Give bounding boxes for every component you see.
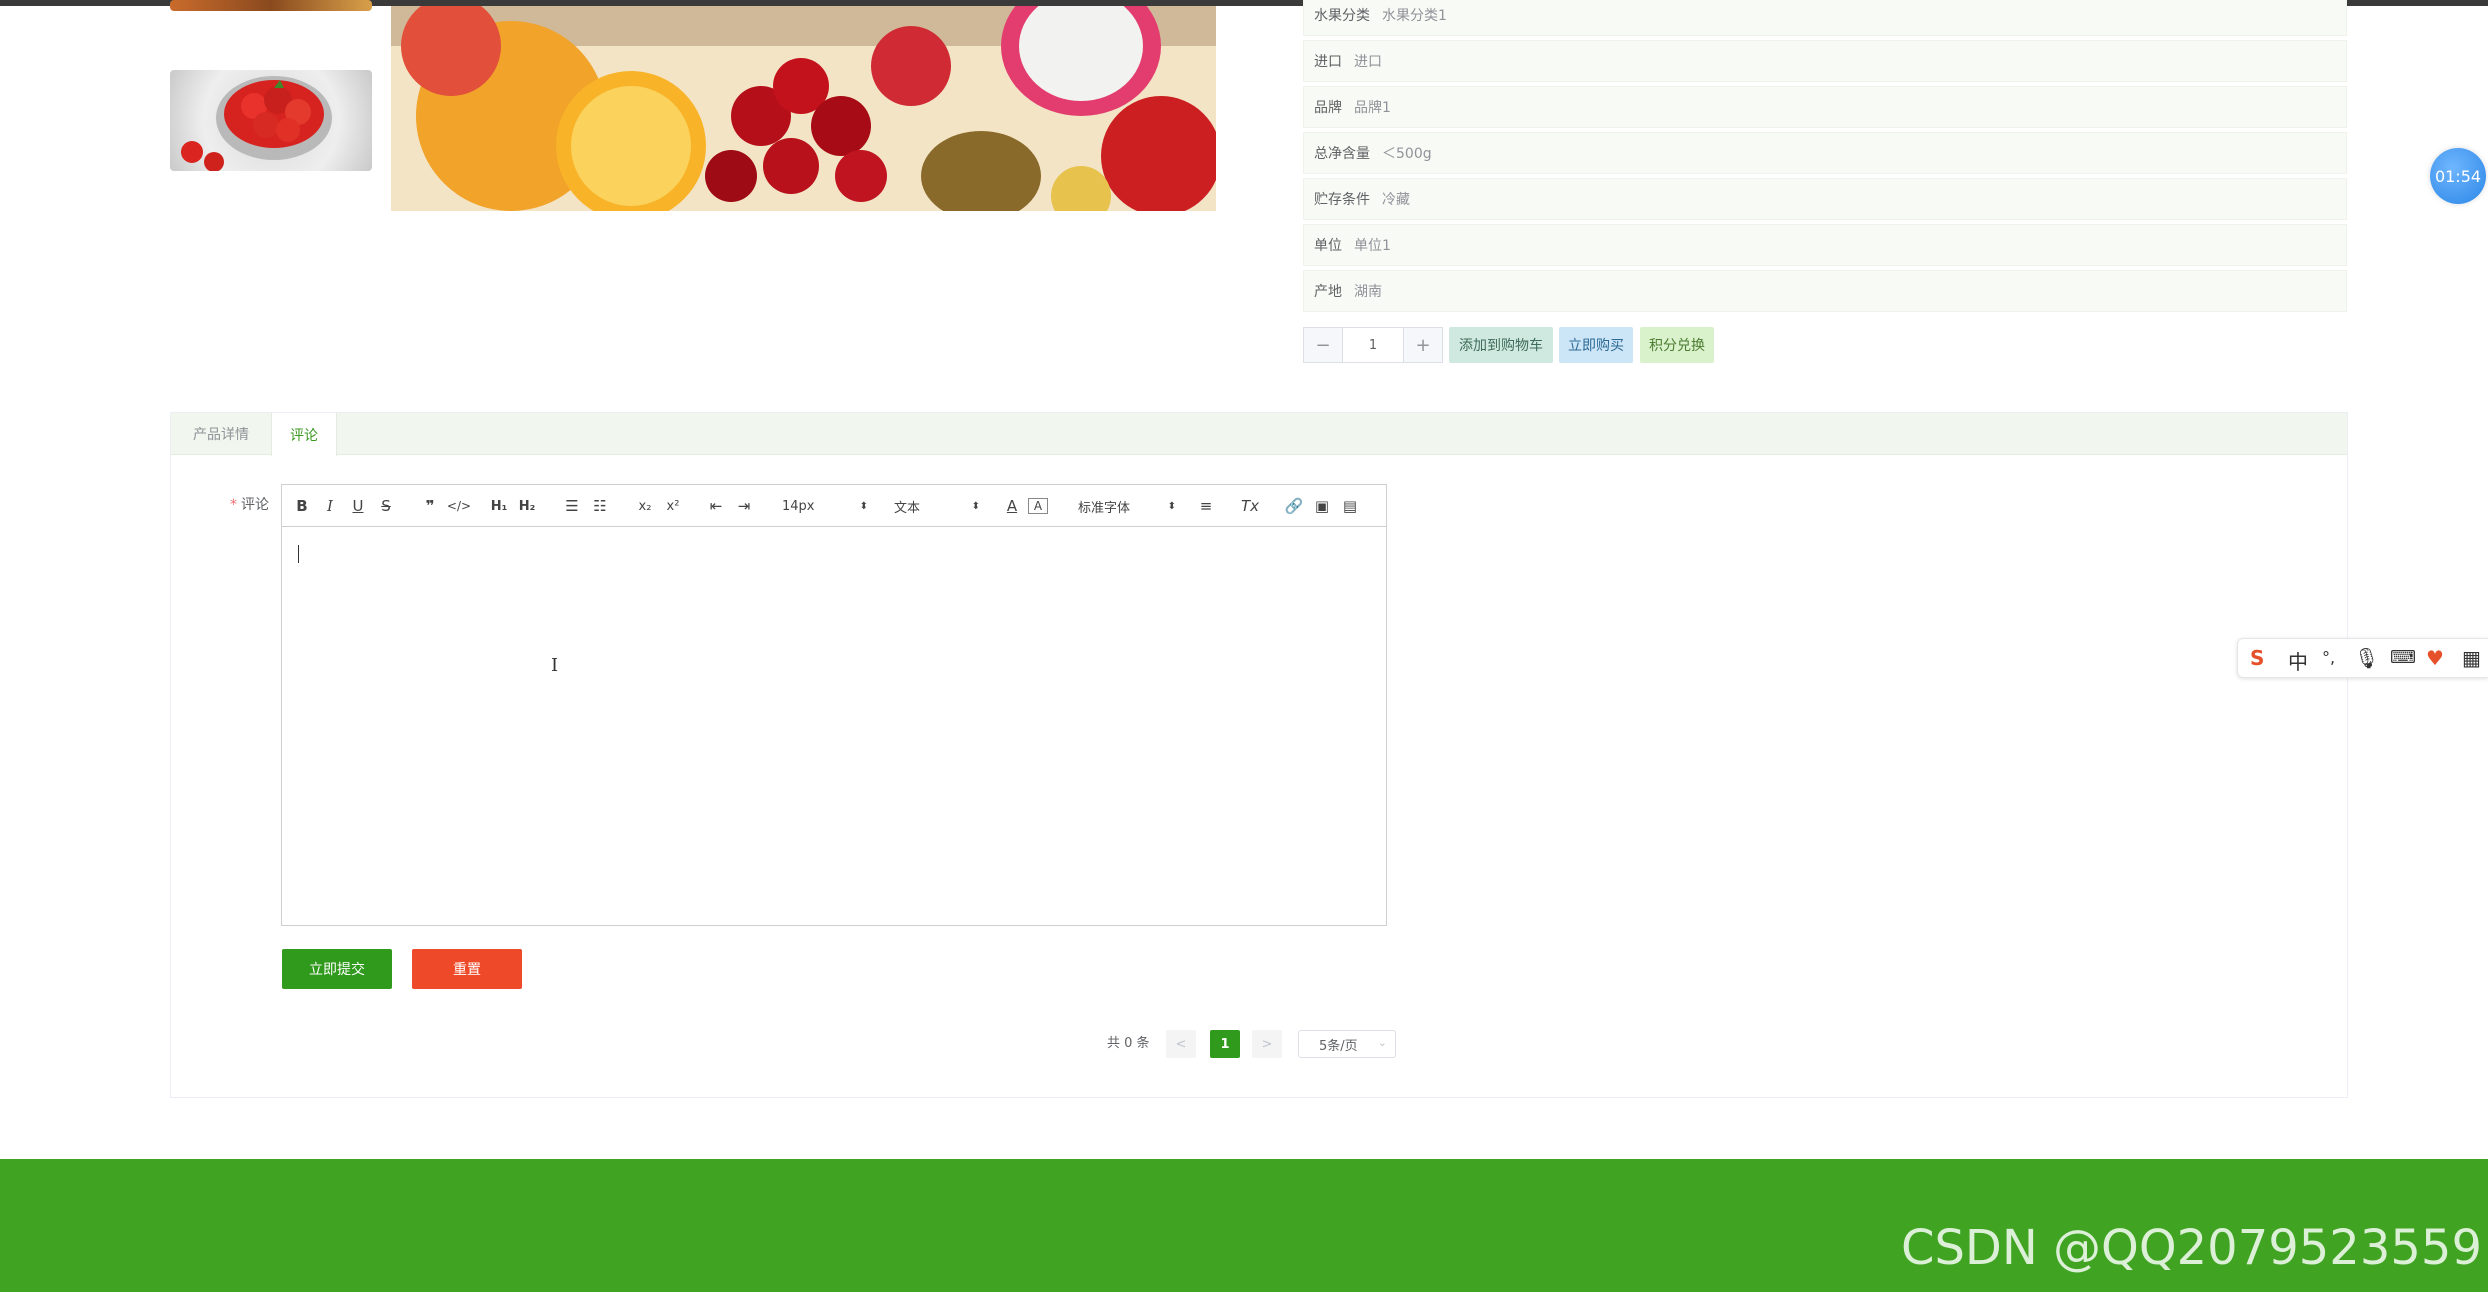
spec-row-brand: 品牌 品牌1 xyxy=(1303,86,2347,128)
spec-key: 产地 xyxy=(1314,284,1342,300)
grid-menu-icon[interactable]: ▦ xyxy=(2462,646,2481,670)
page-size-select[interactable]: 5条/页 ⌄ xyxy=(1298,1030,1396,1058)
spec-value: ＜500g xyxy=(1382,146,1432,162)
superscript-icon[interactable]: x² xyxy=(662,495,684,517)
tab-bar: 产品详情 评论 xyxy=(171,413,2347,456)
font-size-select[interactable]: 14px ⬍ xyxy=(782,495,868,517)
clear-format-icon[interactable]: Tx xyxy=(1240,495,1260,517)
background-color-icon[interactable]: A xyxy=(1028,498,1048,514)
font-size-value: 14px xyxy=(782,498,815,514)
microphone-icon[interactable]: 🎙 xyxy=(2354,646,2379,670)
ime-chinese-mode[interactable]: 中 xyxy=(2288,646,2308,675)
pagination-page-1[interactable]: 1 xyxy=(1210,1030,1240,1058)
subscript-icon[interactable]: x₂ xyxy=(634,495,656,517)
add-to-cart-button[interactable]: 添加到购物车 xyxy=(1449,327,1553,363)
heading2-icon[interactable]: H₂ xyxy=(516,495,538,517)
pagination-next-button[interactable]: > xyxy=(1252,1030,1282,1058)
select-arrow-icon: ⬍ xyxy=(859,500,868,512)
ime-toolbar: S 中 °, 🎙 ⌨ ♥ ▦ xyxy=(2237,638,2488,678)
text-style-select[interactable]: 文本 ⬍ xyxy=(894,495,980,517)
quantity-stepper: − 1 + xyxy=(1303,327,1443,363)
ime-punctuation[interactable]: °, xyxy=(2322,648,2335,667)
spec-key: 单位 xyxy=(1314,238,1342,254)
select-arrow-icon: ⬍ xyxy=(1167,500,1176,512)
spec-row-import: 进口 进口 xyxy=(1303,40,2347,82)
bullet-list-icon[interactable]: ☷ xyxy=(590,495,610,517)
skin-icon[interactable]: ♥ xyxy=(2426,646,2444,670)
spec-value: 品牌1 xyxy=(1354,100,1391,116)
spec-value: 单位1 xyxy=(1354,238,1391,254)
outdent-icon[interactable]: ⇤ xyxy=(706,495,726,517)
code-block-icon[interactable]: </> xyxy=(447,495,471,517)
gallery-thumbnail-strawberries[interactable] xyxy=(170,70,372,171)
spec-key: 水果分类 xyxy=(1314,8,1370,24)
link-icon[interactable]: 🔗 xyxy=(1284,495,1304,517)
spec-row-category: 水果分类 水果分类1 xyxy=(1303,0,2347,36)
quantity-decrease-button[interactable]: − xyxy=(1303,327,1343,363)
pagination-total: 共 0 条 xyxy=(1107,1036,1150,1051)
indent-icon[interactable]: ⇥ xyxy=(734,495,754,517)
editor-toolbar: B I U S ❞ </> H₁ H₂ ☰ ☷ x₂ x² ⇤ ⇥ 14px ⬍ … xyxy=(282,485,1386,527)
spec-key: 总净含量 xyxy=(1314,146,1370,162)
redeem-points-button[interactable]: 积分兑换 xyxy=(1640,327,1714,363)
watermark: CSDN @QQ2079523559 xyxy=(1900,1220,2482,1276)
font-family-value: 标准字体 xyxy=(1078,500,1131,516)
text-style-value: 文本 xyxy=(894,500,921,516)
buy-now-button[interactable]: 立即购买 xyxy=(1559,327,1633,363)
text-caret xyxy=(298,545,299,563)
gallery-thumbnail-fruit[interactable] xyxy=(170,0,372,11)
underline-icon[interactable]: U xyxy=(348,495,368,517)
strawberry-bowl-image xyxy=(181,76,332,171)
spec-value: 水果分类1 xyxy=(1382,8,1447,24)
editor-content-area[interactable]: I xyxy=(282,527,1386,925)
bold-icon[interactable]: B xyxy=(292,495,312,517)
submit-button[interactable]: 立即提交 xyxy=(282,949,392,989)
align-icon[interactable]: ≡ xyxy=(1196,495,1216,517)
video-icon[interactable]: ▤ xyxy=(1340,495,1360,517)
product-main-image xyxy=(391,6,1216,211)
quantity-increase-button[interactable]: + xyxy=(1403,327,1443,363)
quantity-input[interactable]: 1 xyxy=(1343,327,1403,363)
italic-icon[interactable]: I xyxy=(320,495,340,517)
spec-key: 进口 xyxy=(1314,54,1342,70)
font-color-icon[interactable]: A xyxy=(1002,495,1022,517)
spec-row-net-weight: 总净含量 ＜500g xyxy=(1303,132,2347,174)
keyboard-icon[interactable]: ⌨ xyxy=(2390,647,2416,668)
heading1-icon[interactable]: H₁ xyxy=(488,495,510,517)
timer-badge[interactable]: 01:54 xyxy=(2430,148,2486,204)
spec-key: 贮存条件 xyxy=(1314,192,1370,208)
reset-button[interactable]: 重置 xyxy=(412,949,522,989)
spec-row-unit: 单位 单位1 xyxy=(1303,224,2347,266)
ibeam-cursor-icon: I xyxy=(551,655,559,676)
spec-value: 湖南 xyxy=(1354,284,1382,300)
spec-row-storage: 贮存条件 冷藏 xyxy=(1303,178,2347,220)
required-mark: * xyxy=(230,497,237,513)
spec-value: 进口 xyxy=(1354,54,1382,70)
select-arrow-icon: ⬍ xyxy=(971,500,980,512)
spec-value: 冷藏 xyxy=(1382,192,1410,208)
spec-row-origin: 产地 湖南 xyxy=(1303,270,2347,312)
comment-label-text: 评论 xyxy=(241,497,269,513)
image-icon[interactable]: ▣ xyxy=(1312,495,1332,517)
page-size-value: 5条/页 xyxy=(1319,1038,1358,1054)
chevron-down-icon: ⌄ xyxy=(1377,1036,1387,1049)
rich-text-editor: B I U S ❞ </> H₁ H₂ ☰ ☷ x₂ x² ⇤ ⇥ 14px ⬍ … xyxy=(281,484,1387,926)
tab-product-detail[interactable]: 产品详情 xyxy=(171,413,271,455)
ordered-list-icon[interactable]: ☰ xyxy=(562,495,582,517)
tab-comment[interactable]: 评论 xyxy=(271,413,337,456)
blockquote-icon[interactable]: ❞ xyxy=(420,495,440,517)
pagination-prev-button[interactable]: < xyxy=(1166,1030,1196,1058)
comment-field-label: * 评论 xyxy=(230,494,269,514)
strikethrough-icon[interactable]: S xyxy=(376,495,396,517)
fruit-image xyxy=(391,6,1216,211)
spec-key: 品牌 xyxy=(1314,100,1342,116)
sogou-logo-icon[interactable]: S xyxy=(2250,646,2264,670)
font-family-select[interactable]: 标准字体 ⬍ xyxy=(1078,495,1176,517)
